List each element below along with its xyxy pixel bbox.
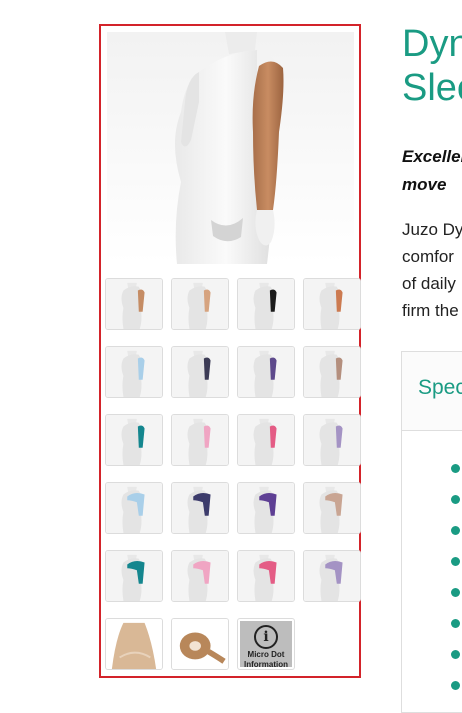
thumbnail-4[interactable] xyxy=(303,278,361,330)
mannequin-image xyxy=(175,32,284,264)
product-title: Dyn Slee xyxy=(402,22,462,110)
thumbnail-7[interactable] xyxy=(237,346,295,398)
product-title-line: Dyn xyxy=(402,23,462,65)
product-gallery: i Micro Dot Information xyxy=(99,24,361,678)
info-label-line2: Information xyxy=(244,660,288,669)
thumbnail-21[interactable] xyxy=(105,618,163,670)
spec-bullet xyxy=(451,650,460,659)
thumbnail-13[interactable] xyxy=(105,482,163,534)
spec-bullet xyxy=(451,681,460,690)
micro-dot-info-thumbnail[interactable]: i Micro Dot Information xyxy=(237,618,295,670)
spec-bullet xyxy=(451,495,460,504)
description-line: of daily xyxy=(402,274,456,293)
thumbnail-17[interactable] xyxy=(105,550,163,602)
thumbnail-10[interactable] xyxy=(171,414,229,466)
thumbnail-3[interactable] xyxy=(237,278,295,330)
product-tagline: Excellen move xyxy=(402,143,462,199)
product-description: Juzo Dy comfor of daily firm the xyxy=(402,216,462,324)
spec-bullet xyxy=(451,557,460,566)
specifications-panel: Spec xyxy=(401,351,462,713)
thumbnail-22[interactable] xyxy=(171,618,229,670)
description-line: Juzo Dy xyxy=(402,220,462,239)
thumbnail-5[interactable] xyxy=(105,346,163,398)
description-line: firm the xyxy=(402,301,459,320)
thumbnail-2[interactable] xyxy=(171,278,229,330)
thumbnail-20[interactable] xyxy=(303,550,361,602)
thumbnail-14[interactable] xyxy=(171,482,229,534)
tagline-line: Excellen xyxy=(402,147,462,166)
thumbnail-15[interactable] xyxy=(237,482,295,534)
specifications-tab[interactable]: Spec xyxy=(402,352,462,431)
thumbnail-12[interactable] xyxy=(303,414,361,466)
spec-bullet xyxy=(451,619,460,628)
specifications-heading: Spec xyxy=(418,376,462,399)
info-icon: i xyxy=(254,625,278,649)
description-line: comfor xyxy=(402,247,454,266)
thumbnail-6[interactable] xyxy=(171,346,229,398)
info-label-line1: Micro Dot xyxy=(247,650,285,659)
thumbnail-19[interactable] xyxy=(237,550,295,602)
thumbnail-1[interactable] xyxy=(105,278,163,330)
product-title-line: Slee xyxy=(402,67,462,109)
tagline-line: move xyxy=(402,175,447,194)
thumbnail-11[interactable] xyxy=(237,414,295,466)
thumbnail-8[interactable] xyxy=(303,346,361,398)
spec-bullet xyxy=(451,464,460,473)
thumbnail-16[interactable] xyxy=(303,482,361,534)
spec-bullet xyxy=(451,526,460,535)
spec-bullet xyxy=(451,588,460,597)
thumbnail-18[interactable] xyxy=(171,550,229,602)
thumbnail-9[interactable] xyxy=(105,414,163,466)
main-product-image[interactable] xyxy=(107,32,354,264)
